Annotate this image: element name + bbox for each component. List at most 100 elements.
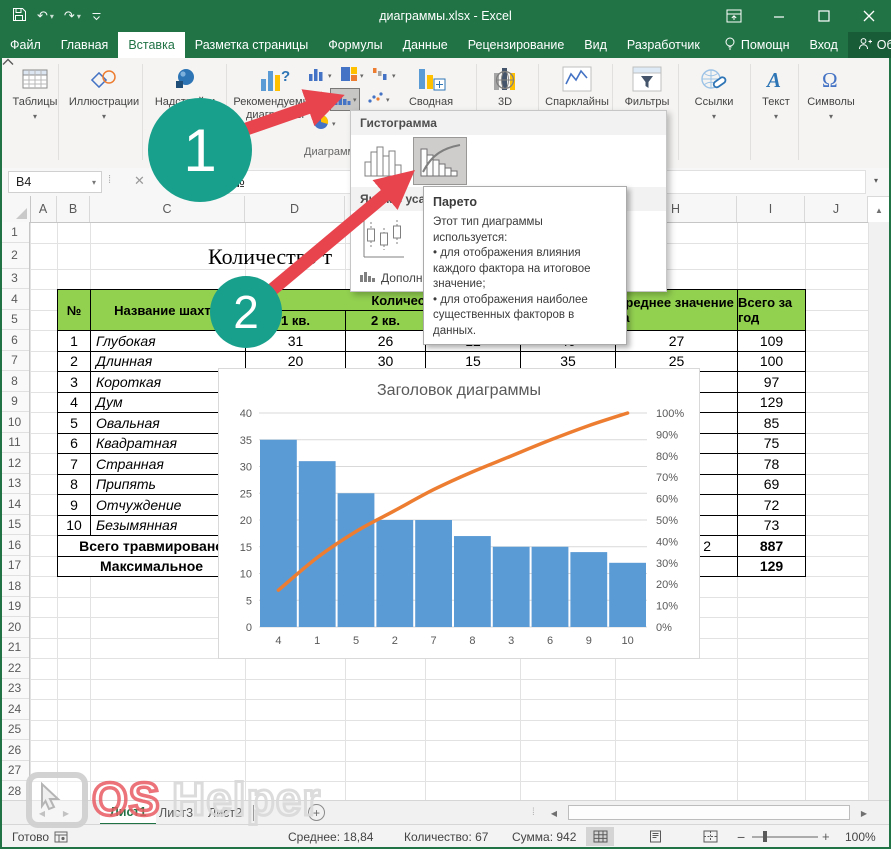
table-header-name[interactable]: Название шахты (90, 289, 246, 332)
table-cell-num[interactable]: 9 (57, 494, 91, 516)
sheet-tab-Лист2[interactable]: Лист2 (198, 801, 252, 825)
table-cell-num[interactable]: 2 (57, 351, 91, 373)
table-cell-num[interactable]: 7 (57, 453, 91, 475)
insert-function-icon[interactable]: fx (190, 173, 199, 189)
row-header-12[interactable]: 12 (0, 453, 29, 474)
column-header-I[interactable]: I (737, 196, 805, 222)
table-cell-avg[interactable]: 27 (615, 330, 738, 352)
expand-formula-bar-icon[interactable]: ▾ (874, 176, 878, 185)
ribbon-tab-1[interactable]: Файл (0, 32, 51, 58)
chart-button-column-chart[interactable]: ▾ (308, 66, 332, 85)
vertical-scrollbar[interactable] (868, 222, 889, 800)
row-header-27[interactable]: 27 (0, 761, 29, 782)
ribbon-tab-5[interactable]: Формулы (318, 32, 392, 58)
row-header-14[interactable]: 14 (0, 494, 29, 515)
table-cell-num[interactable]: 6 (57, 433, 91, 455)
column-header-B[interactable]: B (57, 196, 90, 222)
column-header-C[interactable]: C (90, 196, 245, 222)
row-header-2[interactable]: 2 (0, 243, 29, 269)
box-whisker-gallery-icon[interactable] (357, 213, 411, 265)
ribbon-button-illustrations[interactable]: Иллюстрации▾ (64, 62, 144, 123)
zoom-slider-track[interactable] (752, 836, 818, 838)
ribbon-tab-7[interactable]: Рецензирование (458, 32, 575, 58)
row-header-7[interactable]: 7 (0, 351, 29, 372)
table-cell-total[interactable]: 97 (737, 371, 806, 393)
ribbon-button-symbols[interactable]: ΩСимволы▾ (802, 62, 860, 123)
normal-view-icon[interactable] (586, 827, 614, 846)
name-box-caret-icon[interactable]: ▾ (92, 178, 96, 187)
table-summary-total[interactable]: 887 (737, 535, 806, 557)
table-cell-q1[interactable]: 31 (245, 330, 346, 352)
maximize-icon[interactable] (801, 0, 846, 32)
ribbon-button-table[interactable]: Таблицы▾ (10, 62, 60, 123)
chart-button-waterfall-chart[interactable]: ▾ (372, 66, 396, 85)
ribbon-tab-6[interactable]: Данные (393, 32, 458, 58)
sheet-tab-Лист3[interactable]: Лист3 (149, 801, 203, 825)
row-header-5[interactable]: 5 (0, 310, 29, 331)
ribbon-tab-12[interactable]: Общий доступ (848, 32, 891, 58)
undo-icon[interactable]: ↶▾ (37, 8, 54, 24)
row-header-18[interactable]: 18 (0, 576, 29, 597)
formula-bar-splitter[interactable]: ⁞ (108, 174, 111, 186)
sheet-nav-left-icon[interactable]: ◀ (36, 807, 48, 819)
table-cell-total[interactable]: 75 (737, 433, 806, 455)
enter-formula-icon[interactable]: ✓ (160, 173, 171, 189)
row-header-22[interactable]: 22 (0, 658, 29, 679)
macro-record-icon[interactable] (54, 825, 68, 848)
row-header-21[interactable]: 21 (0, 638, 29, 659)
table-cell-total[interactable]: 73 (737, 515, 806, 537)
zoom-out-icon[interactable]: − (737, 825, 745, 848)
row-header-24[interactable]: 24 (0, 699, 29, 720)
ribbon-tab-8[interactable]: Вид (574, 32, 617, 58)
table-cell-num[interactable]: 3 (57, 371, 91, 393)
ribbon-tab-11[interactable]: Вход (800, 32, 848, 58)
ribbon-tab-3[interactable]: Вставка (118, 32, 184, 58)
row-header-13[interactable]: 13 (0, 474, 29, 495)
ribbon-button-text[interactable]: AТекст▾ (754, 62, 798, 123)
row-header-10[interactable]: 10 (0, 412, 29, 433)
ribbon-tab-4[interactable]: Разметка страницы (185, 32, 318, 58)
table-cell-name[interactable]: Глубокая (90, 330, 246, 352)
row-header-1[interactable]: 1 (0, 222, 29, 243)
row-header-6[interactable]: 6 (0, 330, 29, 351)
table-cell-total[interactable]: 78 (737, 453, 806, 475)
chart-button-histogram-chart[interactable]: ▾ (330, 88, 360, 111)
table-cell-total[interactable]: 69 (737, 474, 806, 496)
row-header-20[interactable]: 20 (0, 617, 29, 638)
redo-icon[interactable]: ↷▾ (64, 8, 81, 24)
column-header-A[interactable]: A (30, 196, 57, 222)
table-cell-total[interactable]: 129 (737, 392, 806, 414)
pareto-chart[interactable]: Заголовок диаграммы05101520253035400%10%… (218, 368, 700, 659)
table-cell-num[interactable]: 10 (57, 515, 91, 537)
row-header-25[interactable]: 25 (0, 720, 29, 741)
table-cell-num[interactable]: 8 (57, 474, 91, 496)
name-box[interactable]: B4▾ (8, 171, 102, 193)
table-cell-total[interactable]: 85 (737, 412, 806, 434)
table-cell-num[interactable]: 4 (57, 392, 91, 414)
ribbon-button-addins[interactable]: Надстройки▾ (148, 62, 222, 123)
table-cell-num[interactable]: 5 (57, 412, 91, 434)
sheet-nav-right-icon[interactable]: ▶ (60, 807, 72, 819)
row-header-8[interactable]: 8 (0, 371, 29, 392)
ribbon-tab-2[interactable]: Главная (51, 32, 119, 58)
column-header-J[interactable]: J (805, 196, 868, 222)
select-all-corner[interactable] (0, 196, 31, 222)
row-header-23[interactable]: 23 (0, 679, 29, 700)
chart-button-line-chart[interactable]: ▾ (306, 90, 330, 109)
row-header-11[interactable]: 11 (0, 433, 29, 454)
close-icon[interactable] (846, 0, 891, 32)
row-header-17[interactable]: 17 (0, 556, 29, 577)
row-header-15[interactable]: 15 (0, 515, 29, 536)
sheet-tab-Лист1[interactable]: Лист1 (100, 801, 156, 825)
row-headers[interactable]: 1234567891011121314151617181920212223242… (0, 222, 30, 802)
zoom-in-icon[interactable]: + (822, 825, 830, 848)
add-sheet-icon[interactable]: + (308, 804, 325, 821)
ribbon-tab-9[interactable]: Разработчик (617, 32, 710, 58)
column-header-D[interactable]: D (245, 196, 345, 222)
hscroll-left-icon[interactable]: ◀ (546, 805, 562, 821)
pareto-gallery-icon[interactable] (413, 137, 467, 185)
ribbon-button-map3d[interactable]: 3D (482, 62, 528, 109)
ribbon-button-pivot[interactable]: Сводная (400, 62, 462, 109)
ribbon-button-filter[interactable]: Фильтры (618, 62, 676, 109)
row-header-19[interactable]: 19 (0, 597, 29, 618)
